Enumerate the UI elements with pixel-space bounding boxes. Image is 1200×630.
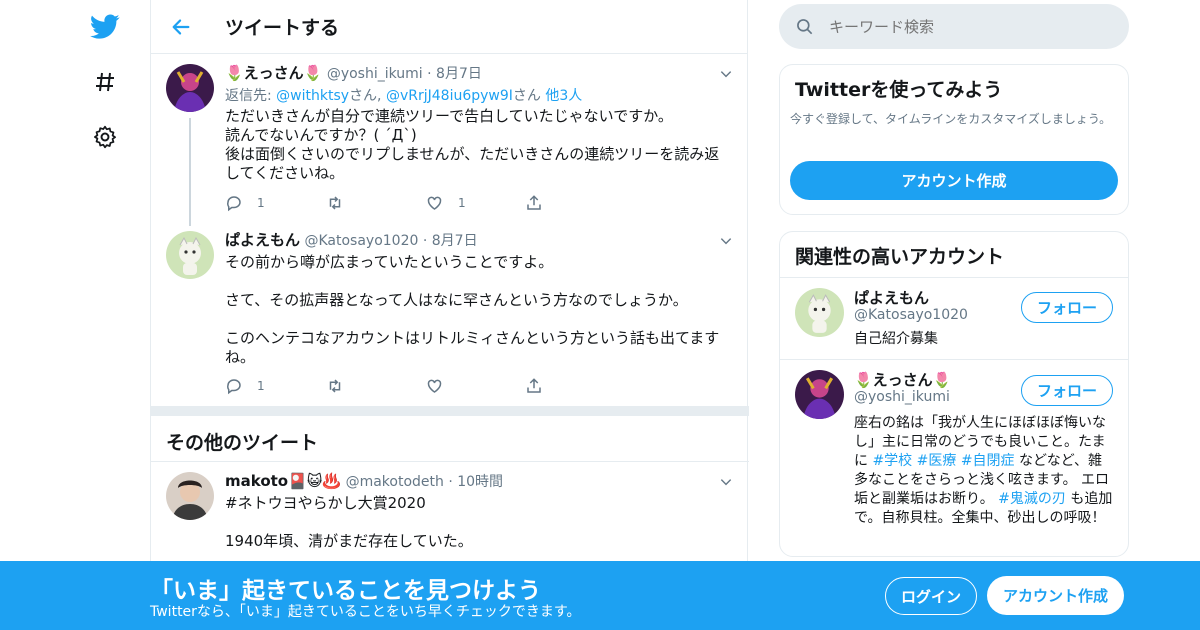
chevron-down-icon[interactable] — [719, 474, 733, 493]
account-name[interactable]: 🌷えっさん🌷 — [854, 369, 951, 390]
left-nav — [80, 0, 130, 630]
reply-count: 1 — [257, 196, 265, 210]
heart-icon — [427, 196, 442, 210]
tweet-actions: 1 1 — [225, 194, 625, 212]
hashtag-link[interactable]: #鬼滅の刃 — [998, 491, 1066, 507]
search-bar[interactable] — [779, 4, 1129, 49]
chevron-down-icon[interactable] — [719, 233, 733, 252]
tweet[interactable]: 🌷えっさん🌷 @yoshi_ikumi · 8月7日 返信先: @withkts… — [151, 64, 749, 226]
account-handle[interactable]: @Katosayo1020 — [854, 307, 968, 323]
follow-button[interactable]: フォロー — [1021, 292, 1113, 323]
tweet-timestamp[interactable]: 8月7日 — [436, 66, 482, 82]
share-button[interactable] — [525, 194, 625, 212]
reply-icon — [227, 379, 241, 395]
search-icon — [797, 18, 813, 34]
retweet-icon — [329, 379, 341, 393]
banner-subtitle: Twitterなら、「いま」起きていることをいち早くチェックできます。 — [150, 604, 581, 620]
reply-button[interactable]: 1 — [225, 377, 325, 395]
reply-others-link[interactable]: 他3人 — [545, 88, 582, 104]
hashtag-link[interactable]: #ネトウヨやらかし大賞2020 — [225, 494, 733, 513]
create-account-button[interactable]: アカウント作成 — [790, 161, 1118, 200]
account-name[interactable]: ぱよえもん — [854, 287, 929, 308]
divider — [151, 461, 749, 462]
thread-line — [189, 118, 191, 226]
related-accounts-card: 関連性の高いアカウント ぱよえもん @Katosayo1020 自己紹介募集 フ… — [779, 231, 1129, 557]
signup-card: Twitterを使ってみよう 今すぐ登録して、タイムラインをカスタマイズしましょ… — [779, 64, 1129, 215]
page-title: ツイートする — [225, 17, 340, 39]
hashtag-link[interactable]: #自閉症 — [961, 453, 1015, 469]
avatar[interactable] — [166, 231, 214, 279]
reply-to-line: 返信先: @withktsyさん, @vRrjJ48iu6pyw9Iさん 他3人 — [225, 86, 733, 106]
retweet-icon — [329, 196, 341, 210]
avatar[interactable] — [795, 288, 844, 337]
tweet-author-name[interactable]: makoto🎴😺♨️ — [225, 472, 341, 490]
reply-separator: さん, — [349, 88, 386, 104]
tweet-timestamp[interactable]: 10時間 — [457, 474, 503, 490]
tweet-text: 1940年頃、清がまだ存在していた。 — [225, 532, 473, 550]
tweet[interactable]: makoto🎴😺♨️ @makotodeth · 10時間 #ネトウヨやらかし大… — [151, 472, 749, 562]
tweet-author-handle[interactable]: @Katosayo1020 — [304, 233, 418, 249]
avatar[interactable] — [166, 472, 214, 520]
chevron-down-icon[interactable] — [719, 66, 733, 85]
signup-card-title: Twitterを使ってみよう — [795, 79, 1003, 101]
avatar[interactable] — [795, 370, 844, 419]
related-accounts-title: 関連性の高いアカウント — [795, 246, 1005, 268]
reply-user-link[interactable]: @vRrjJ48iu6pyw9I — [386, 88, 513, 104]
account-bio: 座右の銘は「我が人生にほぼほぼ悔いなし」主に日常のどうでも良いこと。たまに #学… — [854, 414, 1114, 528]
reply-icon — [227, 196, 241, 212]
tweet-text: その前から噂が広まっていたということですよ。 さて、その拡声器となって人はなに罕… — [225, 253, 720, 366]
section-divider — [151, 406, 749, 416]
account-handle[interactable]: @yoshi_ikumi — [854, 389, 950, 405]
follow-button[interactable]: フォロー — [1021, 375, 1113, 406]
hashtag-icon[interactable] — [90, 67, 120, 97]
tweet-author-handle[interactable]: @yoshi_ikumi — [327, 66, 423, 82]
login-button[interactable]: ログイン — [885, 577, 977, 615]
tweet-text: ただいきさんが自分で連続ツリーで告白していたじゃないですか。 読んでないんですか… — [225, 107, 720, 182]
tweet-author-name[interactable]: 🌷えっさん🌷 — [225, 64, 322, 82]
reply-button[interactable]: 1 — [225, 194, 325, 212]
signup-button[interactable]: アカウント作成 — [987, 576, 1124, 615]
tweet-author-name[interactable]: ぱよえもん — [225, 231, 300, 249]
share-icon — [527, 378, 541, 393]
account-bio: 自己紹介募集 — [854, 331, 938, 347]
search-input[interactable] — [829, 17, 1109, 36]
like-count: 1 — [458, 196, 466, 210]
main-column: ツイートする 🌷えっさん🌷 @yoshi_ikumi · 8月7日 返信先: @… — [150, 0, 749, 630]
like-button[interactable] — [425, 377, 525, 395]
gear-icon[interactable] — [90, 122, 120, 152]
tweet-author-handle[interactable]: @makotodeth — [346, 474, 444, 490]
twitter-logo-icon[interactable] — [90, 12, 120, 42]
heart-icon — [427, 379, 442, 393]
retweet-button[interactable] — [325, 377, 425, 395]
hashtag-link[interactable]: #医療 — [917, 453, 957, 469]
share-icon — [527, 195, 541, 210]
page-header: ツイートする — [151, 0, 747, 54]
reply-to-label: 返信先: — [225, 88, 277, 104]
tweet[interactable]: ぱよえもん @Katosayo1020 · 8月7日 その前から噂が広まっていた… — [151, 231, 749, 401]
like-button[interactable]: 1 — [425, 194, 525, 212]
more-tweets-title: その他のツイート — [166, 432, 319, 454]
reply-suffix: さん — [512, 88, 546, 104]
hashtag-link[interactable]: #学校 — [872, 453, 912, 469]
banner-title: 「いま」起きていることを見つけよう — [150, 578, 541, 604]
signup-card-desc: 今すぐ登録して、タイムラインをカスタマイズしましょう。 — [790, 112, 1112, 126]
back-arrow-icon[interactable] — [151, 16, 211, 38]
related-account[interactable]: ぱよえもん @Katosayo1020 自己紹介募集 フォロー — [780, 277, 1128, 359]
retweet-button[interactable] — [325, 194, 425, 212]
avatar[interactable] — [166, 64, 214, 112]
reply-user-link[interactable]: @withktsy — [276, 88, 349, 104]
related-account[interactable]: 🌷えっさん🌷 @yoshi_ikumi 座右の銘は「我が人生にほぼほぼ悔いなし」… — [780, 359, 1128, 557]
tweet-timestamp[interactable]: 8月7日 — [432, 233, 478, 249]
share-button[interactable] — [525, 377, 625, 395]
reply-count: 1 — [257, 379, 265, 393]
tweet-actions: 1 — [225, 377, 625, 395]
